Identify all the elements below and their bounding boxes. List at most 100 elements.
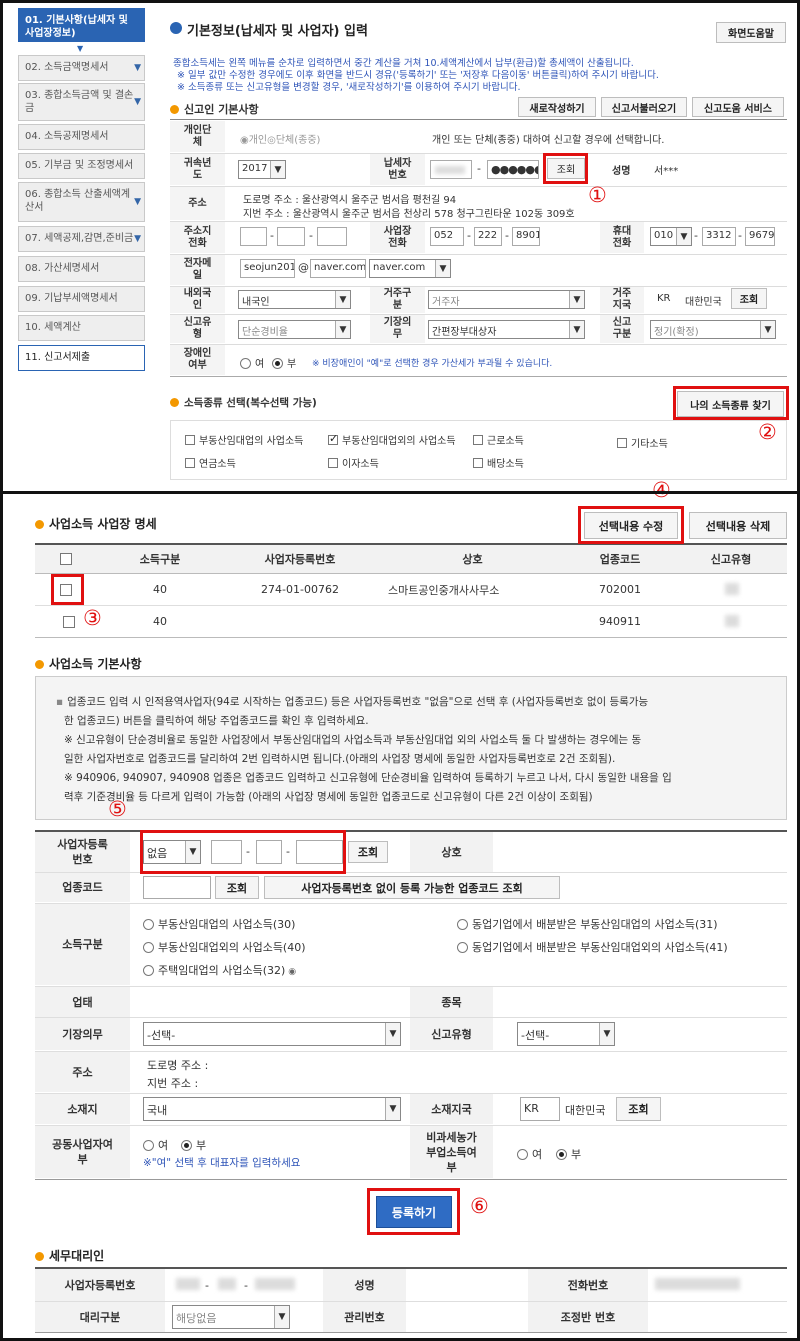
bookkeeping-select[interactable]: -선택- ▼: [143, 1022, 401, 1046]
sidebar-item-credit[interactable]: 07. 세액공제,감면,준비금 ▼: [18, 226, 145, 252]
report-type-select[interactable]: 단순경비율 ▼: [238, 320, 351, 339]
sidebar-item-total-income[interactable]: 03. 종합소득금액 및 결손금 ▼: [18, 83, 145, 121]
reg-lookup-button[interactable]: 조회: [348, 841, 388, 863]
income-type-radio-30[interactable]: 부동산임대업의 사업소득(30): [143, 916, 295, 932]
joint-no-radio[interactable]: 부: [181, 1137, 206, 1153]
highlight-box-2: [673, 386, 789, 420]
income-option-wage[interactable]: 근로소득: [473, 432, 524, 447]
sidebar-item-label: 08. 가산세명세서: [25, 263, 100, 274]
industry-lookup-button[interactable]: 조회: [215, 876, 259, 899]
sidebar-item-calculation[interactable]: 10. 세액계산: [18, 315, 145, 341]
joint-yes-radio[interactable]: 여: [143, 1137, 168, 1153]
orange-bullet-icon: [35, 520, 44, 529]
checkbox-label: 기타소득: [631, 439, 668, 450]
home-phone-3[interactable]: [317, 227, 347, 246]
income-option-dividend[interactable]: 배당소득: [473, 455, 524, 470]
income-type-radio-32[interactable]: 주택임대업의 사업소득(32) ◉: [143, 962, 296, 978]
label-text: 사업장전화: [383, 225, 412, 249]
label-text: 귀속년도: [183, 157, 212, 181]
sidebar-item-deduction[interactable]: 04. 소득공제명세서: [18, 124, 145, 150]
mobile-prefix-select[interactable]: 010 ▼: [650, 227, 692, 246]
orange-bullet-icon: [170, 398, 179, 407]
report-help-service-button[interactable]: 신고도움 서비스: [692, 97, 784, 117]
mobile-3[interactable]: 9679: [745, 227, 775, 246]
dash-text: -: [244, 1279, 248, 1292]
year-label: 귀속년도: [170, 154, 225, 185]
agent-type-select[interactable]: 해당없음 ▼: [172, 1305, 290, 1329]
income-option-pension[interactable]: 연금소득: [185, 455, 236, 470]
sidebar-item-label: 01. 기본사항(납세자 및 사업장정보): [25, 15, 128, 39]
farm-yes-radio[interactable]: 여: [517, 1146, 542, 1162]
report-kind-select[interactable]: 정기(확정) ▼: [650, 320, 776, 339]
person-type-radio[interactable]: ◉개인◎단체(종중): [240, 131, 320, 146]
country-lookup-button[interactable]: 조회: [731, 288, 767, 309]
sidebar-item-donation[interactable]: 05. 기부금 및 조정명세서: [18, 153, 145, 179]
screen-help-button[interactable]: 화면도움말: [716, 22, 786, 43]
email-domain-select[interactable]: naver.com ▼: [369, 259, 451, 278]
report-type-label: 신고유형: [410, 1018, 493, 1050]
row-line: [170, 221, 787, 222]
location-country-label: 소재지국: [410, 1094, 493, 1124]
reporter-section-title: 신고인 기본사항: [170, 101, 259, 117]
radio-label: 주택임대업의 사업소득(32): [158, 964, 286, 977]
sidebar-item-tax-calc[interactable]: 06. 종합소득 산출세액계산서 ▼: [18, 182, 145, 222]
home-phone-1[interactable]: [240, 227, 267, 246]
load-report-button[interactable]: 신고서불러오기: [601, 97, 687, 117]
mobile-2[interactable]: 3312: [702, 227, 736, 246]
sidebar-item-prepaid[interactable]: 09. 기납부세액명세서: [18, 286, 145, 312]
home-phone-2[interactable]: [277, 227, 305, 246]
location-country-lookup-button[interactable]: 조회: [616, 1097, 661, 1121]
email-id-input[interactable]: seojun2017: [240, 259, 295, 278]
taxpayer-id-front[interactable]: [430, 160, 472, 179]
income-option-other[interactable]: 기타소득: [617, 435, 668, 450]
sidebar-item-basic-info[interactable]: 01. 기본사항(납세자 및 사업장정보) ▼: [18, 8, 145, 53]
residence-select[interactable]: 거주자 ▼: [428, 290, 585, 309]
checkbox-icon: [473, 435, 483, 445]
cell-business-name: 스마트공인중개사사무소: [388, 583, 500, 597]
farm-no-radio[interactable]: 부: [556, 1146, 581, 1162]
sidebar-item-label: 09. 기납부세액명세서: [25, 293, 118, 304]
delete-selected-button[interactable]: 선택내용 삭제: [689, 512, 787, 539]
disabled-yes-radio[interactable]: 여: [240, 355, 264, 370]
chevron-down-icon: ▼: [435, 260, 450, 277]
select-all-checkbox[interactable]: [35, 545, 100, 573]
sidebar-item-penalty[interactable]: 08. 가산세명세서: [18, 256, 145, 282]
disabled-no-radio[interactable]: 부: [272, 355, 296, 370]
income-type-radio-31[interactable]: 동업기업에서 배분받은 부동산임대업의 사업소득(31): [457, 916, 718, 932]
foreigner-select[interactable]: 내국인 ▼: [238, 290, 351, 309]
radio-icon: [517, 1149, 528, 1160]
industry-no-reg-lookup-button[interactable]: 사업자등록번호 없이 등록 가능한 업종코드 조회: [264, 876, 560, 899]
income-type-radio-40[interactable]: 부동산임대업외의 사업소득(40): [143, 939, 306, 955]
sidebar-item-submit[interactable]: 11. 신고서제출: [18, 345, 145, 371]
biz-list-title: 사업소득 사업장 명세: [35, 515, 157, 532]
sidebar-item-income-amount[interactable]: 02. 소득금액명세서 ▼: [18, 55, 145, 81]
income-option-rental[interactable]: 부동산임대업의 사업소득: [185, 432, 303, 447]
taxpayer-id-back[interactable]: ●●●●●●: [487, 160, 539, 179]
report-type-select[interactable]: -선택- ▼: [517, 1022, 615, 1046]
income-option-non-rental[interactable]: 부동산임대업외의 사업소득: [328, 432, 456, 447]
industry-code-input[interactable]: [143, 876, 211, 899]
joint-business-label: 공동사업자여부: [35, 1126, 130, 1178]
biz-phone-2[interactable]: 222: [474, 227, 502, 246]
radio-checked-icon: [272, 358, 283, 369]
select-value: 2017: [242, 163, 268, 174]
income-option-interest[interactable]: 이자소득: [328, 455, 379, 470]
location-select[interactable]: 국내 ▼: [143, 1097, 401, 1121]
sidebar-item-label: 10. 세액계산: [25, 322, 81, 333]
biz-phone-3[interactable]: 8901: [512, 227, 540, 246]
orange-bullet-icon: [35, 1252, 44, 1261]
new-write-button[interactable]: 새로작성하기: [518, 97, 596, 117]
bookkeeping-label: 기장의무: [370, 315, 425, 343]
year-select[interactable]: 2017 ▼: [238, 160, 286, 179]
disabled-label: 장애인여부: [170, 345, 225, 375]
select-value: 010: [654, 230, 674, 241]
select-value: 단순경비율: [242, 327, 288, 338]
income-type-radio-41[interactable]: 동업기업에서 배분받은 부동산임대업외의 사업소득(41): [457, 939, 728, 955]
email-domain-input[interactable]: naver.com: [310, 259, 366, 278]
bookkeeping-select[interactable]: 간편장부대상자 ▼: [428, 320, 585, 339]
location-country-code[interactable]: KR: [520, 1097, 560, 1121]
dash-text: -: [738, 229, 742, 242]
biz-phone-1[interactable]: 052: [430, 227, 464, 246]
chevron-down-icon: ▼: [385, 1023, 400, 1045]
notice-text: ※ 신고유형이 단순경비율로 동일한 사업장에서 부동산임대업의 사업소득과 부…: [64, 734, 642, 746]
